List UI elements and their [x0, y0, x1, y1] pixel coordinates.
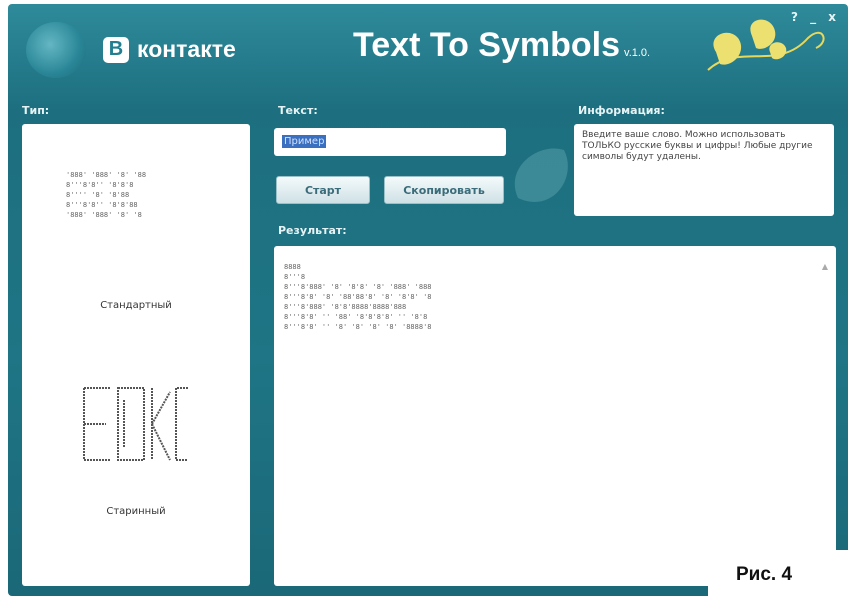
info-box: Введите ваше слово. Можно использовать Т…: [574, 124, 834, 216]
app-window: ? _ x B контакте Text To Symbols v.1.0. Т…: [8, 4, 848, 596]
type-label: Тип:: [22, 104, 50, 117]
type-old-label[interactable]: Старинный: [22, 506, 250, 517]
info-text: Введите ваше слово. Можно использовать Т…: [582, 130, 813, 162]
watermark-leaf-icon: [514, 148, 568, 202]
app-version: v.1.0.: [624, 47, 651, 59]
result-textarea[interactable]: 8888 8'''8 8'''8'888' '8' '8'8' '8' '888…: [274, 246, 836, 586]
brand-text: контакте: [137, 36, 236, 62]
type-old-preview-icon[interactable]: [80, 384, 190, 464]
text-input-value: Пример: [282, 135, 327, 148]
start-button[interactable]: Старт: [276, 176, 370, 204]
type-standard-label[interactable]: Стандартный: [22, 300, 250, 311]
brand-logo: B контакте: [103, 36, 236, 63]
info-label: Информация:: [578, 104, 665, 117]
scroll-up-icon[interactable]: ▲: [822, 262, 828, 271]
text-input[interactable]: Пример: [274, 128, 506, 156]
result-label: Результат:: [278, 224, 347, 237]
vk-icon: B: [103, 36, 129, 63]
app-title: Text To Symbols v.1.0.: [353, 26, 650, 65]
app-title-text: Text To Symbols: [353, 26, 621, 64]
type-panel: '888' '888' '8' '88 8'''8'8'' '8'8'8 8''…: [22, 124, 250, 586]
text-label: Текст:: [278, 104, 318, 117]
globe-logo-icon: [26, 22, 86, 78]
copy-button[interactable]: Скопировать: [384, 176, 504, 204]
result-text: 8888 8'''8 8'''8'888' '8' '8'8' '8' '888…: [284, 263, 432, 331]
figure-caption: Рис. 4: [708, 550, 848, 599]
type-standard-preview[interactable]: '888' '888' '8' '88 8'''8'8'' '8'8'8 8''…: [66, 170, 146, 220]
leaf-decoration-icon: [707, 19, 825, 71]
